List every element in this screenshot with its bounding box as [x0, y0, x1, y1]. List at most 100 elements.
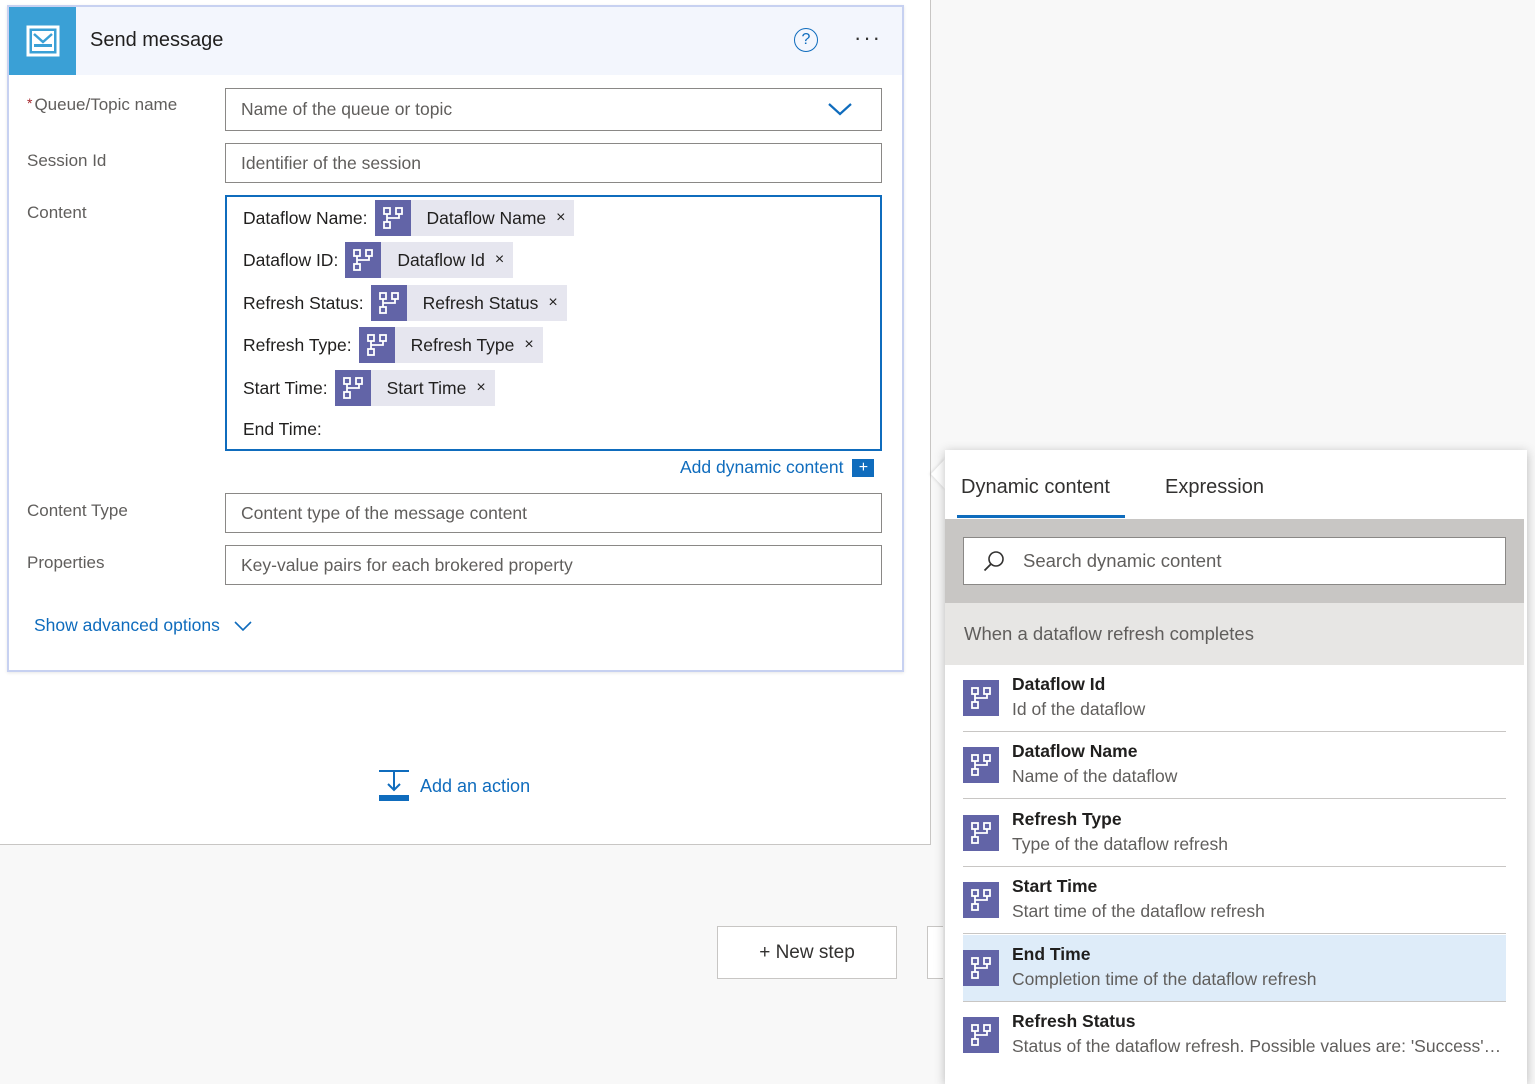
- item-title: End Time: [1012, 944, 1091, 964]
- content-type-input[interactable]: Content type of the message content: [225, 493, 882, 533]
- search-area: Search dynamic content: [945, 519, 1524, 603]
- more-options-icon[interactable]: ···: [854, 25, 882, 51]
- dataflow-icon: [345, 242, 382, 278]
- add-dynamic-content-label: Add dynamic content: [680, 457, 844, 477]
- remove-token-icon[interactable]: ×: [548, 294, 566, 312]
- new-step-button[interactable]: + New step: [717, 926, 897, 979]
- show-advanced-label: Show advanced options: [34, 615, 220, 635]
- content-line-label: Start Time:: [243, 377, 328, 398]
- properties-label: Properties: [27, 553, 105, 572]
- add-dynamic-content-link[interactable]: Add dynamic content +: [680, 457, 875, 478]
- chevron-down-icon[interactable]: [827, 101, 853, 122]
- list-item[interactable]: Refresh Status Status of the dataflow re…: [963, 1002, 1506, 1069]
- list-item[interactable]: Start Time Start time of the dataflow re…: [963, 867, 1506, 934]
- send-message-card: Send message ? ··· * Queue/Topic name Nam…: [7, 5, 904, 672]
- dataflow-icon: [370, 285, 407, 321]
- token-label: Refresh Type: [410, 334, 515, 355]
- content-label: Content: [27, 203, 87, 222]
- list-item-selected[interactable]: End Time Completion time of the dataflow…: [963, 935, 1506, 1002]
- dataflow-icon: [963, 680, 999, 716]
- session-id-placeholder: Identifier of the session: [241, 152, 421, 173]
- remove-token-icon[interactable]: ×: [556, 209, 574, 227]
- dataflow-icon: [374, 200, 411, 236]
- list-item[interactable]: Dataflow Id Id of the dataflow: [963, 665, 1506, 732]
- content-line-label: Refresh Type:: [243, 334, 352, 355]
- card-title: Send message: [90, 29, 224, 51]
- content-line: Refresh Type: Refresh Type ×: [243, 327, 543, 363]
- item-title: Start Time: [1012, 876, 1098, 896]
- dataflow-icon: [963, 950, 999, 986]
- show-advanced-options-link[interactable]: Show advanced options: [34, 615, 252, 636]
- token-label: Start Time: [386, 377, 467, 398]
- queue-topic-label: * Queue/Topic name: [27, 95, 177, 115]
- search-icon: [983, 550, 1005, 572]
- item-title: Dataflow Name: [1012, 741, 1138, 761]
- list-item[interactable]: Refresh Type Type of the dataflow refres…: [963, 800, 1506, 867]
- queue-topic-placeholder: Name of the queue or topic: [241, 99, 453, 119]
- dataflow-icon: [963, 815, 999, 851]
- token-label: Dataflow Name: [426, 207, 547, 228]
- item-description: Name of the dataflow: [1012, 766, 1178, 786]
- dataflow-icon: [963, 747, 999, 783]
- queue-topic-label-text: Queue/Topic name: [34, 95, 178, 114]
- content-line: End Time:: [243, 419, 322, 440]
- token-label: Dataflow Id: [397, 249, 485, 270]
- dataflow-icon: [963, 882, 999, 918]
- dynamic-token[interactable]: Refresh Type ×: [358, 327, 543, 363]
- content-line-label: Refresh Status:: [243, 292, 364, 313]
- item-description: Start time of the dataflow refresh: [1012, 901, 1265, 921]
- queue-topic-dropdown[interactable]: Name of the queue or topic: [225, 88, 882, 131]
- remove-token-icon[interactable]: ×: [476, 379, 494, 397]
- dataflow-icon: [358, 327, 395, 363]
- content-line-label: Dataflow ID:: [243, 249, 339, 270]
- content-type-placeholder: Content type of the message content: [241, 502, 528, 523]
- content-editor[interactable]: Dataflow Name: Dataflow Name × Dataflow …: [225, 195, 882, 451]
- dynamic-content-panel: Dynamic content Expression Search dynami…: [945, 450, 1527, 1084]
- session-id-label: Session Id: [27, 151, 107, 170]
- tab-dynamic-content[interactable]: Dynamic content: [961, 476, 1110, 499]
- properties-input[interactable]: Key-value pairs for each brokered proper…: [225, 545, 882, 585]
- content-line: Refresh Status: Refresh Status ×: [243, 285, 567, 321]
- search-placeholder: Search dynamic content: [1023, 550, 1222, 571]
- remove-token-icon[interactable]: ×: [495, 251, 513, 269]
- dataflow-icon: [334, 370, 371, 406]
- dataflow-icon: [963, 1017, 999, 1053]
- add-action-label: Add an action: [420, 775, 531, 796]
- plus-icon: +: [852, 458, 875, 477]
- tab-expression[interactable]: Expression: [1165, 476, 1264, 499]
- search-input[interactable]: Search dynamic content: [963, 537, 1506, 585]
- card-header[interactable]: Send message ? ···: [9, 7, 902, 75]
- properties-placeholder: Key-value pairs for each brokered proper…: [241, 554, 573, 575]
- dynamic-token[interactable]: Dataflow Id ×: [345, 242, 514, 278]
- panel-pointer: [931, 458, 946, 490]
- add-an-action-button[interactable]: Add an action: [378, 770, 530, 802]
- active-tab-indicator: [957, 515, 1125, 518]
- add-action-icon: [378, 770, 410, 802]
- dynamic-token[interactable]: Dataflow Name ×: [374, 200, 575, 236]
- required-marker: *: [27, 95, 33, 111]
- trigger-group-header[interactable]: When a dataflow refresh completes: [945, 603, 1524, 665]
- dynamic-token[interactable]: Refresh Status ×: [370, 285, 567, 321]
- item-title: Refresh Status: [1012, 1011, 1136, 1031]
- item-description: Type of the dataflow refresh: [1012, 834, 1228, 854]
- save-button-edge[interactable]: [927, 926, 943, 979]
- content-line: Dataflow Name: Dataflow Name ×: [243, 200, 575, 236]
- item-description: Status of the dataflow refresh. Possible…: [1012, 1036, 1506, 1056]
- content-line: Dataflow ID: Dataflow Id ×: [243, 242, 514, 278]
- content-line: Start Time: Start Time ×: [243, 370, 495, 406]
- dynamic-token[interactable]: Start Time ×: [334, 370, 495, 406]
- remove-token-icon[interactable]: ×: [524, 336, 542, 354]
- content-line-label: End Time:: [243, 419, 322, 439]
- service-bus-icon: [9, 7, 76, 75]
- item-description: Id of the dataflow: [1012, 699, 1146, 719]
- content-line-label: Dataflow Name:: [243, 207, 368, 228]
- chevron-down-icon: [234, 620, 252, 632]
- item-title: Dataflow Id: [1012, 674, 1106, 694]
- list-item[interactable]: Dataflow Name Name of the dataflow: [963, 732, 1506, 799]
- content-type-label: Content Type: [27, 501, 128, 520]
- token-label: Refresh Status: [422, 292, 539, 313]
- item-title: Refresh Type: [1012, 809, 1122, 829]
- item-description: Completion time of the dataflow refresh: [1012, 969, 1317, 989]
- help-icon[interactable]: ?: [794, 28, 818, 52]
- session-id-input[interactable]: Identifier of the session: [225, 143, 882, 183]
